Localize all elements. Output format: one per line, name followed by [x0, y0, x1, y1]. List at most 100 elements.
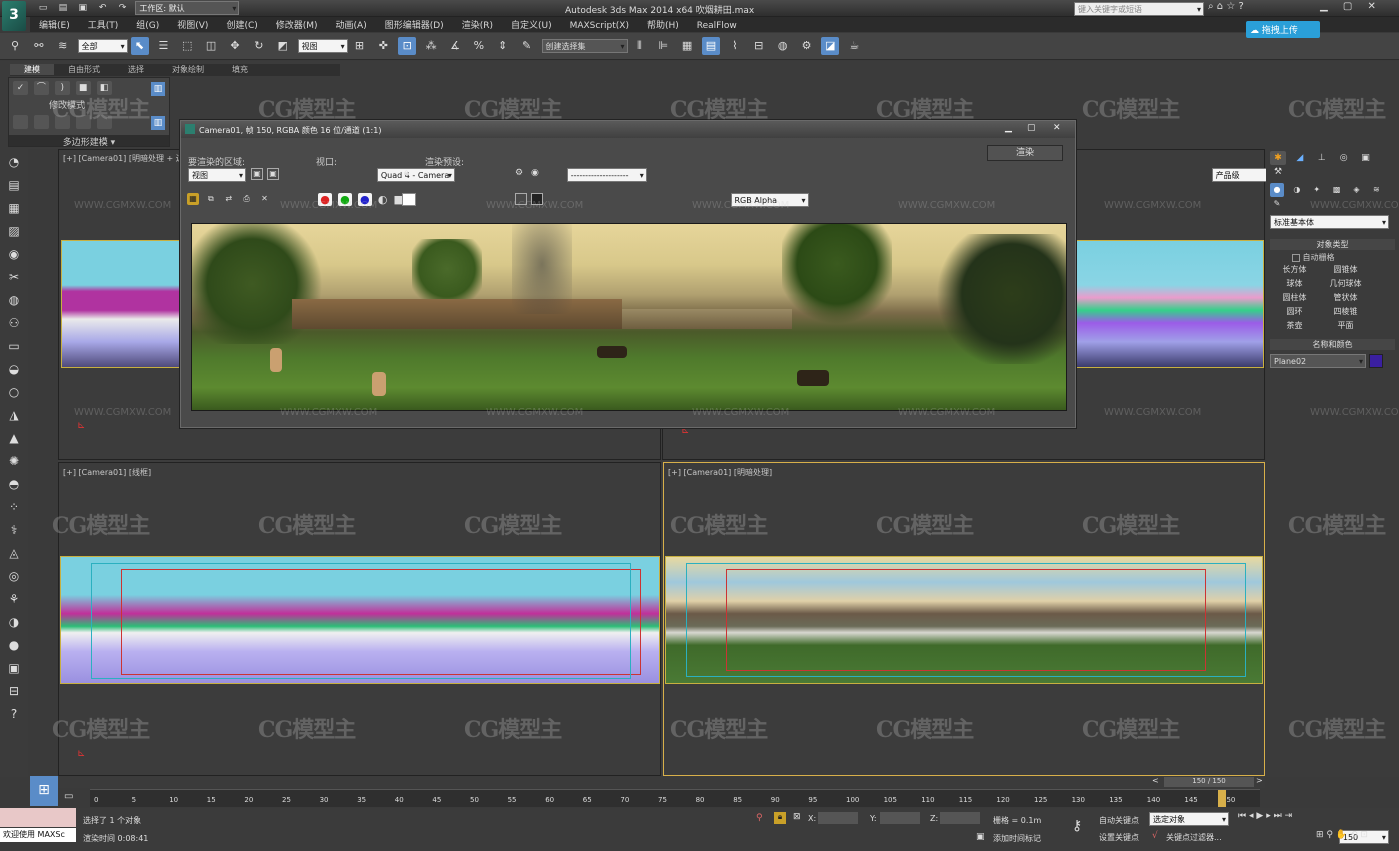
maximize-button[interactable]: ▢ [1343, 1, 1352, 12]
menu-item[interactable]: 创建(C) [217, 17, 266, 32]
go-end-icon[interactable]: ⏭ [1274, 811, 1282, 821]
viewport-label[interactable]: [+] [Camera01] [明暗处理 + 边] [63, 153, 187, 164]
maximize-viewport-icon[interactable]: ⊡ [1360, 830, 1368, 840]
rect-selection-icon[interactable]: ⬚ [178, 37, 196, 55]
left-tool-icon[interactable]: ▣ [4, 658, 24, 678]
geometry-icon[interactable]: ● [1270, 183, 1284, 197]
frame-counter[interactable]: 150 / 150 [1164, 777, 1254, 787]
search-icon[interactable]: ⌕ [1208, 1, 1214, 12]
left-tool-icon[interactable]: ⁘ [4, 497, 24, 517]
time-tag-icon[interactable]: ▣ [976, 832, 985, 842]
left-tool-icon[interactable]: ◬ [4, 543, 24, 563]
render-close-button[interactable]: ✕ [1053, 123, 1061, 133]
render-setup-small-icon[interactable]: ⚙ [515, 168, 523, 178]
render-preset-dropdown[interactable]: -------------------- [566, 168, 647, 183]
primitive-button[interactable]: 平面 [1323, 320, 1368, 332]
primitive-button[interactable]: 球体 [1272, 278, 1317, 290]
environment-icon[interactable]: ◉ [531, 168, 539, 178]
next-frame-icon[interactable]: > [1256, 776, 1263, 785]
scale-icon[interactable]: ◩ [274, 37, 292, 55]
named-selection-dropdown[interactable]: 创建选择集 [541, 39, 628, 54]
render-production-icon[interactable]: ☕ [845, 37, 863, 55]
y-field[interactable] [880, 812, 920, 824]
pivot-icon[interactable]: ⊞ [351, 37, 369, 55]
info-icon[interactable]: ⌂ [1217, 1, 1223, 12]
ribbon-tab[interactable]: 建模 [10, 64, 54, 75]
align-icon[interactable]: ⊫ [654, 37, 672, 55]
viewport-label[interactable]: [+] [Camera01] [线框] [63, 467, 151, 478]
area-to-render-dropdown[interactable]: 视图 [188, 168, 246, 183]
viewport-dropdown[interactable]: Quad 4 - Camera [376, 168, 455, 183]
primitive-button[interactable]: 圆环 [1272, 306, 1317, 318]
left-tool-icon[interactable]: ⚕ [4, 520, 24, 540]
close-button[interactable]: ✕ [1368, 1, 1376, 12]
primitive-button[interactable]: 管状体 [1323, 292, 1368, 304]
primitive-button[interactable]: 圆锥体 [1323, 264, 1368, 276]
left-tool-icon[interactable]: ✺ [4, 451, 24, 471]
set-key-button[interactable]: 设置关键点 [1099, 832, 1139, 843]
left-tool-icon[interactable]: ✂ [4, 267, 24, 287]
prev-key-icon[interactable]: ◂ [1249, 811, 1254, 821]
left-tool-icon[interactable]: ⚘ [4, 589, 24, 609]
systems-icon[interactable]: ✎ [1270, 197, 1284, 211]
render-min-button[interactable]: ▁ [1005, 123, 1012, 133]
viewport-layout-icon[interactable]: ⊞ [30, 776, 58, 806]
poly-model-dropdown[interactable]: 多边形建模 ▾ [9, 135, 169, 148]
left-tool-icon[interactable]: ◑ [4, 612, 24, 632]
key-mode-icon[interactable]: ⇥ [1285, 811, 1293, 821]
menu-item[interactable]: 工具(T) [79, 17, 128, 32]
menu-item[interactable]: 视图(V) [168, 17, 217, 32]
display-tab-icon[interactable]: ▣ [1358, 151, 1374, 165]
left-tool-icon[interactable]: ▨ [4, 221, 24, 241]
zoom-icon[interactable]: ⚲ [1326, 830, 1333, 840]
menu-item[interactable]: 帮助(H) [638, 17, 688, 32]
left-tool-icon[interactable]: ⚇ [4, 313, 24, 333]
left-tool-icon[interactable]: ? [4, 704, 24, 724]
mirror-icon[interactable]: ⫴ [630, 37, 648, 55]
left-tool-icon[interactable]: ◉ [4, 244, 24, 264]
schematic-view-icon[interactable]: ⊟ [750, 37, 768, 55]
clone-window-icon[interactable]: ⇄ [223, 193, 235, 205]
maxscript-mini[interactable]: 欢迎使用 MAXSc [0, 828, 76, 842]
x-field[interactable] [818, 812, 858, 824]
go-start-icon[interactable]: ⏮ [1238, 811, 1246, 821]
spinner-snap-icon[interactable]: ⇕ [494, 37, 512, 55]
left-tool-icon[interactable]: ◔ [4, 152, 24, 172]
material-editor-icon[interactable]: ◍ [774, 37, 792, 55]
edit-named-selection-icon[interactable]: ✎ [518, 37, 536, 55]
selection-filter-dropdown[interactable]: 全部 [77, 39, 128, 54]
workspace-dropdown[interactable]: 工作区: 默认 [135, 1, 240, 16]
viewport-label[interactable]: [+] [Camera01] [明暗处理] [668, 467, 772, 478]
save-image-icon[interactable]: ▦ [187, 193, 199, 205]
spacewarps-icon[interactable]: ≋ [1369, 183, 1383, 197]
auto-key-button[interactable]: 自动关键点 [1099, 815, 1139, 826]
bind-space-warp-icon[interactable]: ≋ [54, 37, 72, 55]
print-icon[interactable]: ⎙ [241, 193, 253, 205]
ribbon-tab[interactable]: 自由形式 [54, 64, 114, 75]
z-field[interactable] [940, 812, 980, 824]
left-tool-icon[interactable]: ◮ [4, 405, 24, 425]
clear-icon[interactable]: ✕ [259, 193, 271, 205]
window-crossing-icon[interactable]: ◫ [202, 37, 220, 55]
ribbon-toggle-icon[interactable]: ▤ [702, 37, 720, 55]
snap-icon[interactable]: ⁂ [422, 37, 440, 55]
curve-editor-icon[interactable]: ⌇ [726, 37, 744, 55]
lock-icon[interactable]: 🔒︎ [404, 168, 409, 178]
minimize-button[interactable]: ▁ [1320, 1, 1328, 12]
render-button[interactable]: 渲染 [987, 145, 1063, 161]
star-icon[interactable]: ☆ [1226, 1, 1235, 12]
left-tool-icon[interactable]: ▭ [4, 336, 24, 356]
menu-item[interactable]: 自定义(U) [502, 17, 561, 32]
left-tool-icon[interactable]: ◒ [4, 359, 24, 379]
menu-item[interactable]: 编辑(E) [30, 17, 79, 32]
hierarchy-tab-icon[interactable]: ⊥ [1314, 151, 1330, 165]
trackbar-toggle-icon[interactable]: ▭ [64, 791, 73, 802]
ribbon-tab[interactable]: 选择 [114, 64, 158, 75]
orbit-icon[interactable]: ⟲ [1350, 830, 1358, 840]
lights-icon[interactable]: ✦ [1310, 183, 1324, 197]
select-manipulate-icon[interactable]: ✜ [374, 37, 392, 55]
time-cursor[interactable] [1218, 790, 1226, 807]
edit-region-icon[interactable]: ▣ [251, 168, 263, 180]
object-color-swatch[interactable] [1368, 354, 1383, 368]
left-tool-icon[interactable]: ◎ [4, 566, 24, 586]
